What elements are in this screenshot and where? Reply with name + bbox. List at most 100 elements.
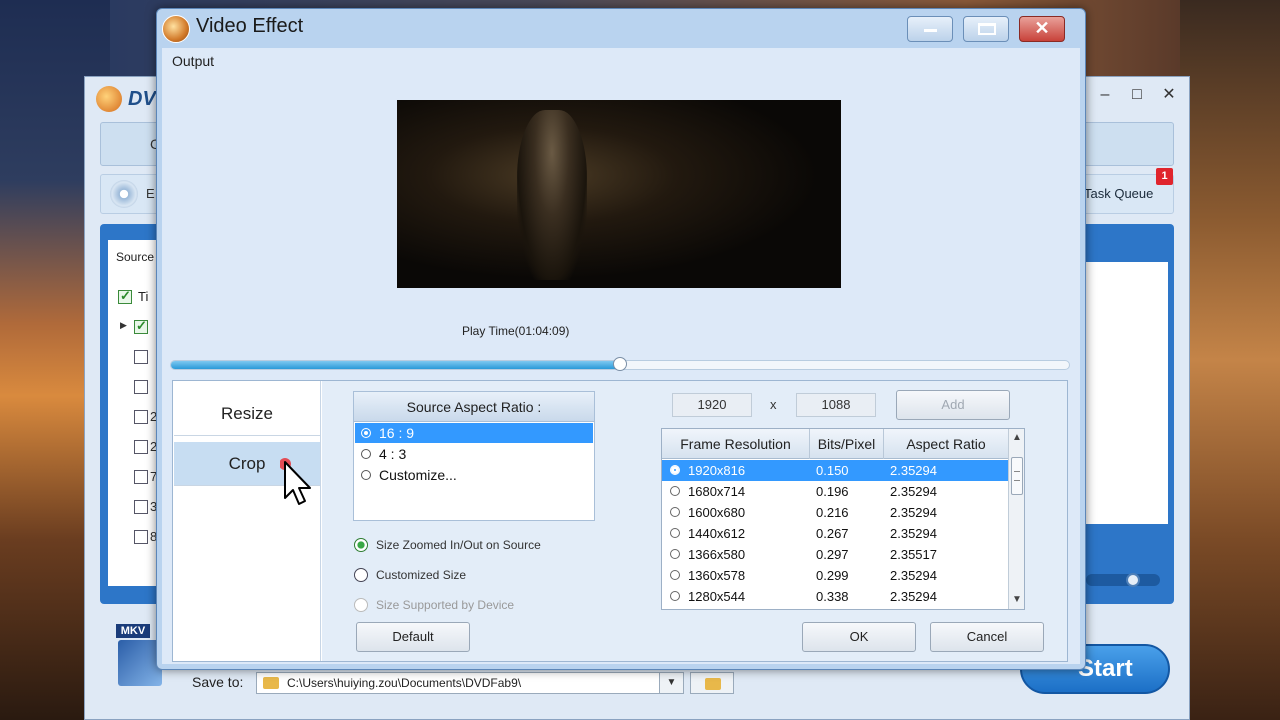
- scroll-up-icon[interactable]: ▲: [1009, 429, 1024, 447]
- task-queue-button[interactable]: Task Queue: [1084, 186, 1153, 201]
- size-option-label: Size Supported by Device: [376, 598, 515, 612]
- tree-row-checkbox[interactable]: [134, 440, 148, 454]
- tree-row[interactable]: 2: [116, 406, 160, 428]
- table-row[interactable]: 1920x816 0.150 2.35294: [662, 460, 1008, 481]
- browse-folder-button[interactable]: [690, 672, 734, 694]
- tree-row[interactable]: [116, 346, 160, 368]
- cell-ar: 2.35294: [890, 484, 937, 499]
- dialog-logo-icon: [162, 15, 190, 43]
- add-button[interactable]: Add: [896, 390, 1010, 420]
- radio-icon: [361, 428, 371, 438]
- main-right-panel: [1086, 262, 1168, 524]
- format-badge: MKV: [116, 624, 150, 638]
- folder-icon: [705, 678, 721, 690]
- size-option-radio[interactable]: Customized Size: [354, 567, 466, 583]
- cell-bpp: 0.297: [816, 547, 849, 562]
- tree-row-checkbox[interactable]: [134, 380, 148, 394]
- task-queue-badge: 1: [1156, 168, 1173, 185]
- cell-bpp: 0.338: [816, 589, 849, 604]
- tree-row-checkbox[interactable]: [134, 500, 148, 514]
- table-row[interactable]: 1280x544 0.338 2.35294: [662, 586, 1008, 607]
- radio-icon: [354, 568, 368, 582]
- table-row[interactable]: 1440x612 0.267 2.35294: [662, 523, 1008, 544]
- radio-icon: [354, 598, 368, 612]
- grid-scrollbar[interactable]: ▲ ▼: [1008, 429, 1024, 609]
- tree-row-checkbox[interactable]: [134, 350, 148, 364]
- radio-icon: [361, 470, 371, 480]
- cell-res: 1920x816: [688, 463, 746, 478]
- source-aspect-ratio-header: Source Aspect Ratio :: [354, 392, 594, 422]
- cell-bpp: 0.216: [816, 505, 849, 520]
- main-maximize-button[interactable]: □: [1126, 84, 1148, 106]
- aspect-ratio-option[interactable]: 16 : 9: [355, 423, 593, 443]
- table-row[interactable]: 1366x580 0.297 2.35517: [662, 544, 1008, 565]
- height-field[interactable]: 1088: [796, 393, 876, 417]
- table-row[interactable]: 1680x714 0.196 2.35294: [662, 481, 1008, 502]
- radio-icon: [670, 486, 680, 496]
- aspect-ratio-option[interactable]: Customize...: [355, 465, 593, 485]
- main-minimize-button[interactable]: –: [1094, 84, 1116, 106]
- aspect-ratio-label: 4 : 3: [379, 446, 407, 462]
- tree-row[interactable]: 7: [116, 466, 160, 488]
- ok-button[interactable]: OK: [802, 622, 916, 652]
- desktop-background-right: [1180, 0, 1280, 720]
- cell-ar: 2.35517: [890, 547, 937, 562]
- tree-row-checkbox[interactable]: [134, 410, 148, 424]
- main-slider-handle[interactable]: [1126, 573, 1140, 587]
- source-label: Source: [116, 250, 155, 264]
- table-row[interactable]: 1360x578 0.299 2.35294: [662, 565, 1008, 586]
- tree-row[interactable]: [116, 376, 160, 398]
- size-option-radio[interactable]: Size Zoomed In/Out on Source: [354, 537, 541, 553]
- tree-row[interactable]: 3: [116, 496, 160, 518]
- save-path-value: C:\Users\huiying.zou\Documents\DVDFab9\: [287, 676, 522, 690]
- scroll-down-icon[interactable]: ▼: [1009, 591, 1024, 609]
- dialog-maximize-button[interactable]: [963, 16, 1009, 42]
- dialog-close-button[interactable]: ✕: [1019, 16, 1065, 42]
- disc-icon[interactable]: [110, 180, 138, 208]
- video-frame: [397, 100, 841, 288]
- aspect-ratio-option[interactable]: 4 : 3: [355, 444, 593, 464]
- tab-resize[interactable]: Resize: [174, 392, 320, 436]
- main-close-button[interactable]: ✕: [1158, 84, 1180, 106]
- width-field[interactable]: 1920: [672, 393, 752, 417]
- tree-row[interactable]: 2: [116, 436, 160, 458]
- close-icon: ✕: [1034, 18, 1050, 38]
- mouse-pointer-icon: [280, 458, 311, 505]
- table-row[interactable]: 1600x680 0.216 2.35294: [662, 502, 1008, 523]
- expand-arrow-icon[interactable]: ▶: [120, 320, 127, 331]
- tree-row[interactable]: 8: [116, 526, 160, 548]
- column-frame-resolution[interactable]: Frame Resolution: [662, 429, 810, 459]
- cell-ar: 2.35294: [890, 505, 937, 520]
- output-label: Output: [172, 53, 215, 69]
- aspect-ratio-label: 16 : 9: [379, 425, 415, 441]
- radio-icon: [354, 538, 368, 552]
- dialog-title: Video Effect: [196, 15, 304, 37]
- cell-res: 1680x714: [688, 484, 746, 499]
- size-option-radio: Size Supported by Device: [354, 597, 514, 613]
- dialog-minimize-button[interactable]: [907, 16, 953, 42]
- column-aspect-ratio[interactable]: Aspect Ratio: [884, 429, 1008, 459]
- minimize-icon: [924, 29, 937, 32]
- seek-bar-handle[interactable]: [613, 357, 627, 371]
- default-button[interactable]: Default: [356, 622, 470, 652]
- cell-bpp: 0.299: [816, 568, 849, 583]
- tree-header: Ti: [116, 286, 160, 308]
- tree-header-checkbox[interactable]: [118, 288, 132, 304]
- column-bits-per-pixel[interactable]: Bits/Pixel: [810, 429, 884, 459]
- cell-ar: 2.35294: [890, 526, 937, 541]
- main-slider[interactable]: [1086, 574, 1160, 586]
- radio-icon: [670, 528, 680, 538]
- cell-bpp: 0.150: [816, 463, 849, 478]
- chevron-down-icon[interactable]: ▼: [659, 673, 683, 693]
- tree-row-checkbox[interactable]: [134, 318, 148, 334]
- tree-row-checkbox[interactable]: [134, 470, 148, 484]
- tree-row-checkbox[interactable]: [134, 530, 148, 544]
- main-second-row-partial[interactable]: E: [146, 186, 155, 201]
- cell-bpp: 0.267: [816, 526, 849, 541]
- scrollbar-thumb[interactable]: [1011, 457, 1023, 495]
- save-path-field[interactable]: C:\Users\huiying.zou\Documents\DVDFab9\ …: [256, 672, 684, 694]
- radio-icon: [670, 549, 680, 559]
- tree-row[interactable]: ▶: [116, 316, 160, 338]
- cancel-button[interactable]: Cancel: [930, 622, 1044, 652]
- cell-res: 1366x580: [688, 547, 746, 562]
